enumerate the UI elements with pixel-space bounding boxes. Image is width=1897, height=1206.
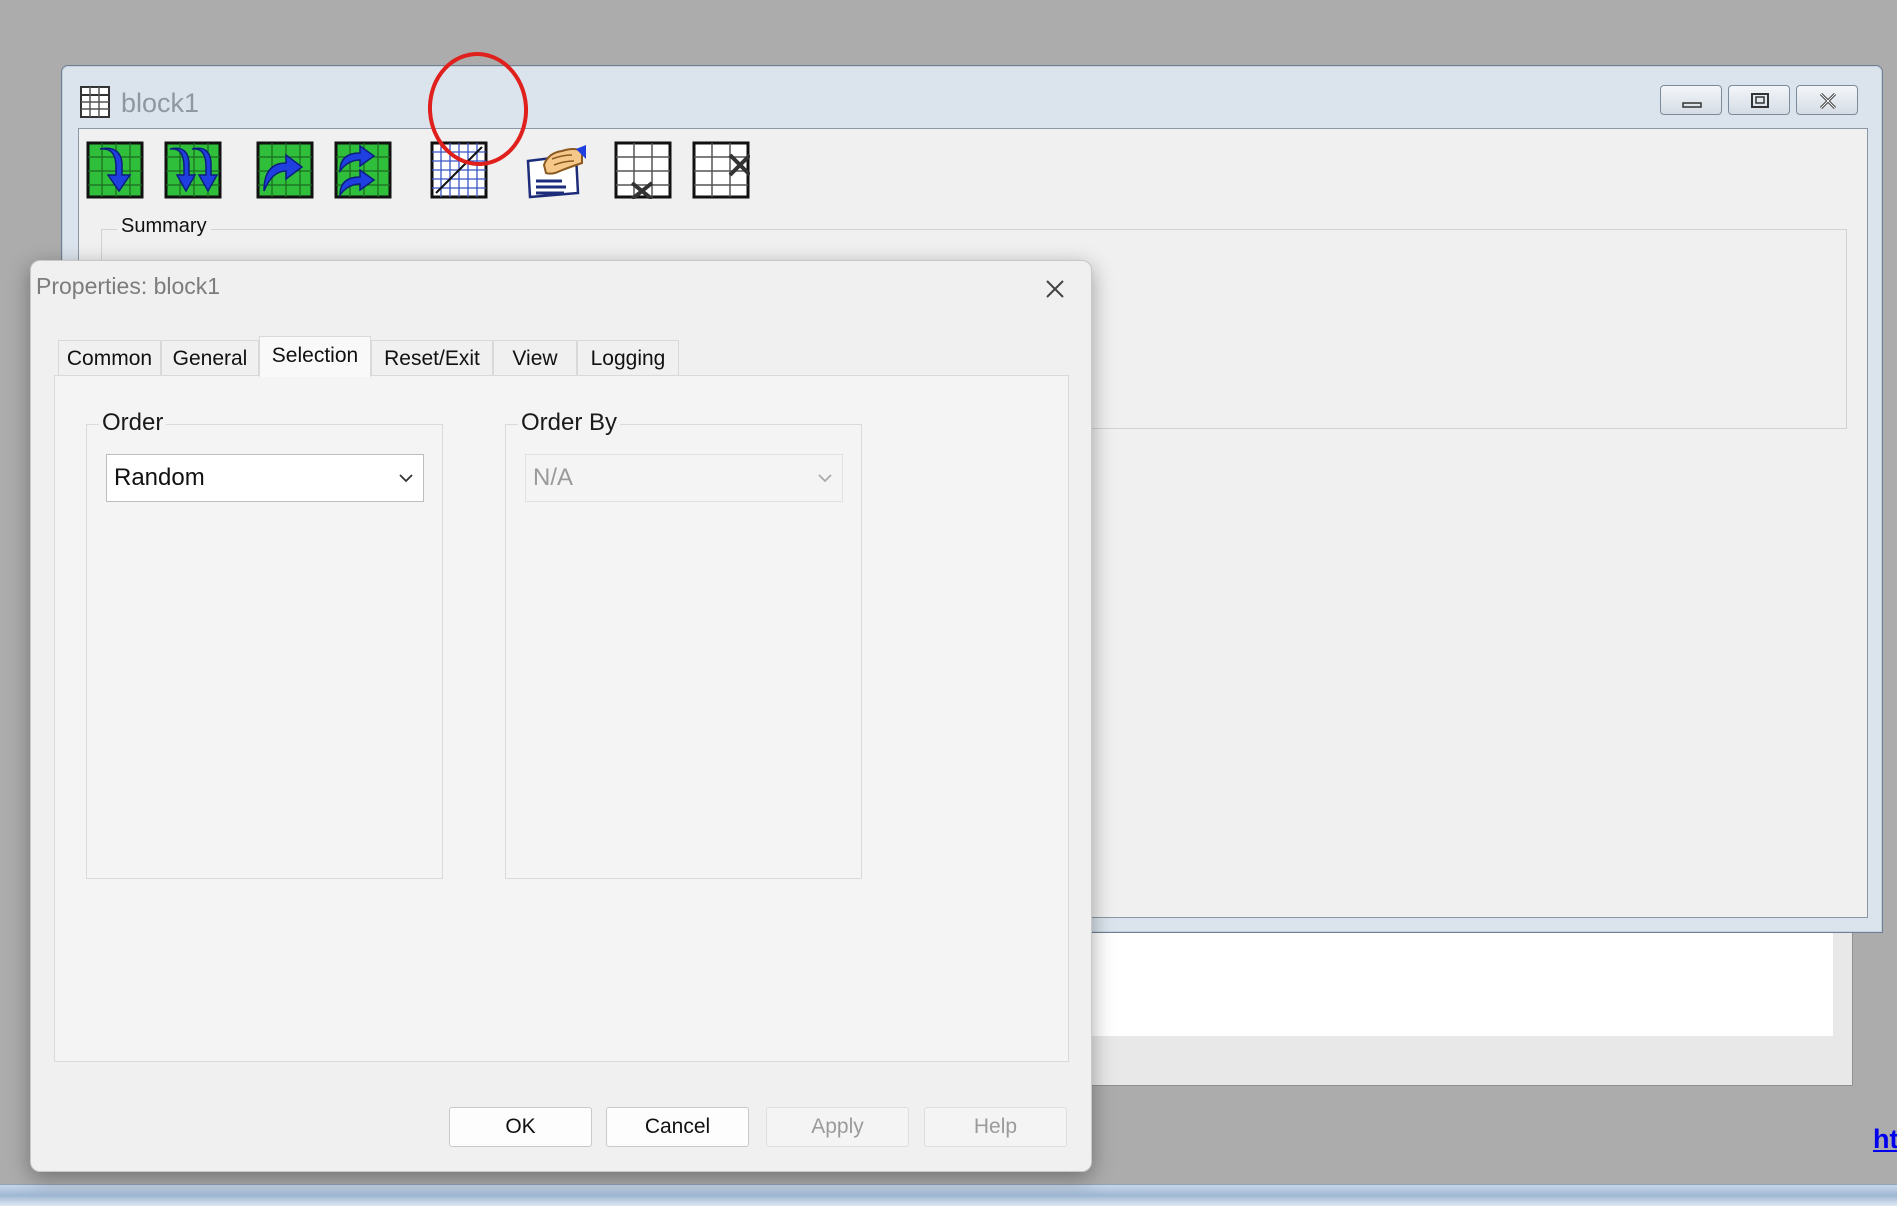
dialog-title: Properties: block1 [36, 273, 221, 299]
dialog-close-button[interactable] [1037, 271, 1073, 307]
order-by-select[interactable]: N/A [525, 454, 843, 502]
selection-tab-page: Order Random Order By N/A [54, 375, 1069, 1062]
order-by-label: Order By [518, 409, 621, 437]
order-select[interactable]: Random [106, 454, 424, 502]
restore-button[interactable] [1728, 85, 1790, 115]
summary-label: Summary [117, 215, 211, 238]
help-button[interactable]: Help [924, 1107, 1067, 1147]
tab-logging[interactable]: Logging [577, 340, 679, 376]
lower-panel-content [1091, 933, 1833, 1036]
tab-common[interactable]: Common [58, 340, 161, 376]
apply-button[interactable]: Apply [766, 1107, 909, 1147]
order-select-value: Random [114, 464, 205, 491]
chevron-down-icon [399, 474, 413, 483]
taskbar-strip [0, 1184, 1897, 1206]
block-window-title: block1 [121, 88, 200, 118]
corner-link[interactable]: ht [1873, 1124, 1897, 1155]
lower-panel [1090, 933, 1853, 1086]
move-down-icon[interactable] [86, 141, 144, 199]
move-all-down-icon[interactable] [164, 141, 222, 199]
tab-selection[interactable]: Selection [259, 336, 371, 377]
properties-dialog: Properties: block1 Common General Select… [30, 260, 1092, 1172]
cancel-button[interactable]: Cancel [606, 1107, 749, 1147]
tab-reset-exit[interactable]: Reset/Exit [371, 340, 493, 376]
move-up-icon[interactable] [256, 141, 314, 199]
minimize-button[interactable] [1660, 85, 1722, 115]
properties-hand-icon[interactable] [522, 141, 588, 199]
tab-view[interactable]: View [493, 340, 577, 376]
ok-button[interactable]: OK [449, 1107, 592, 1147]
order-label: Order [99, 409, 167, 437]
grid-table-icon [80, 86, 110, 118]
order-by-select-value: N/A [533, 464, 574, 491]
chevron-down-icon [818, 474, 832, 483]
tab-general[interactable]: General [161, 340, 259, 376]
delete-column-icon[interactable] [692, 141, 752, 199]
close-icon [1046, 280, 1064, 298]
delete-row-icon[interactable] [614, 141, 672, 201]
close-window-button[interactable] [1796, 85, 1858, 115]
move-all-up-icon[interactable] [334, 141, 392, 199]
